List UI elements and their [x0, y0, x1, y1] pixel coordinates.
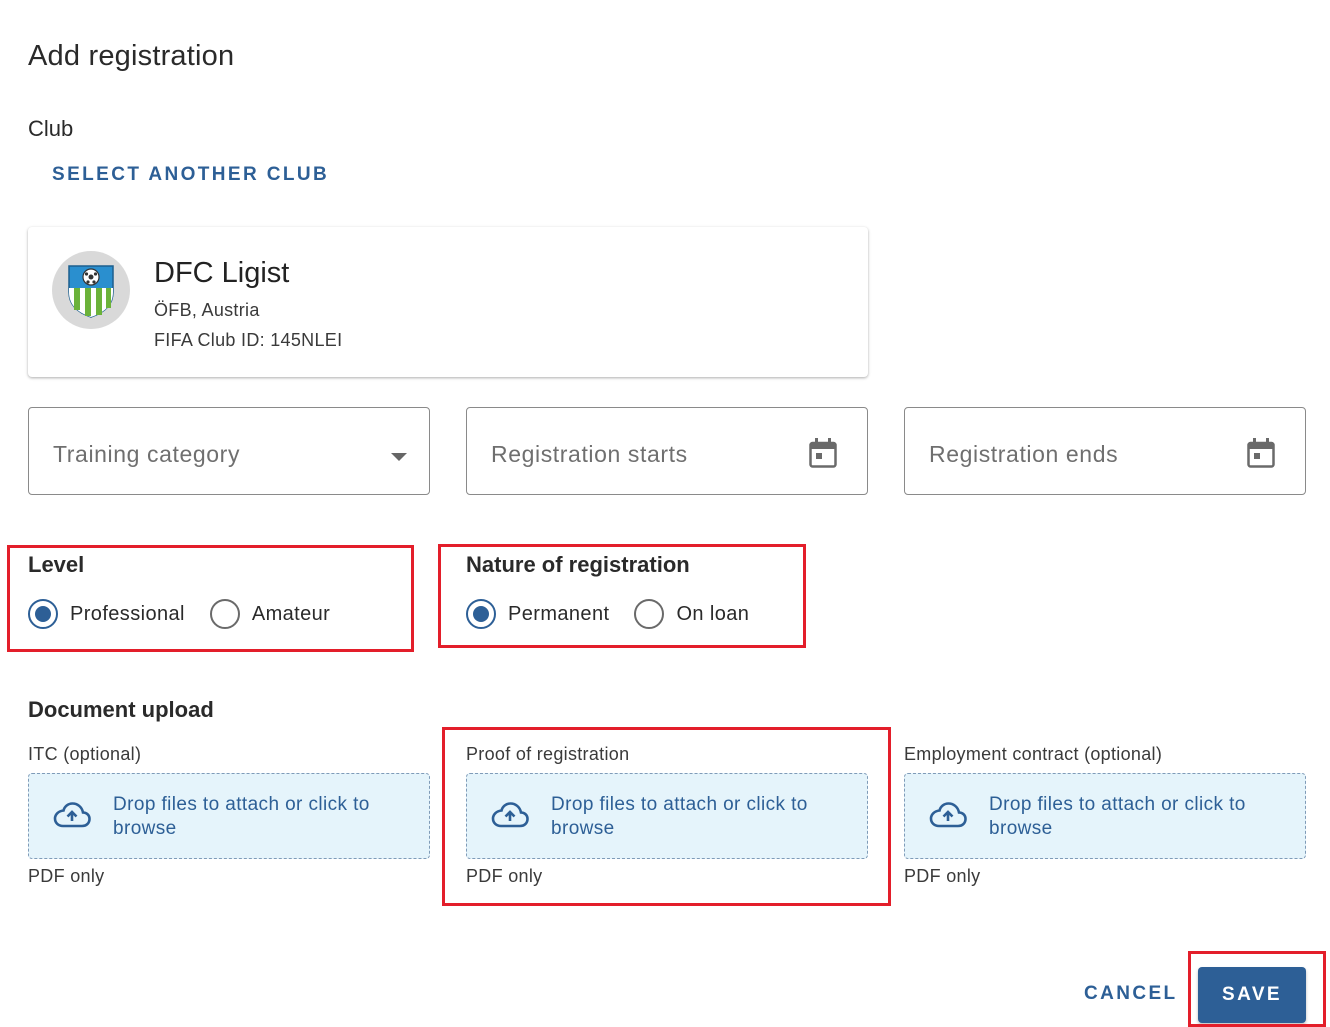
- cloud-upload-icon: [929, 801, 967, 834]
- employment-dropzone[interactable]: Drop files to attach or click to browse: [904, 773, 1306, 859]
- select-another-club-button[interactable]: SELECT ANOTHER CLUB: [52, 164, 329, 186]
- training-category-placeholder: Training category: [53, 441, 241, 467]
- club-association: ÖFB, Austria: [154, 300, 260, 320]
- cancel-button[interactable]: CANCEL: [1084, 983, 1178, 1005]
- training-category-select[interactable]: Training category: [28, 407, 430, 495]
- calendar-icon[interactable]: [1247, 438, 1275, 473]
- document-upload-label: Document upload: [28, 697, 214, 722]
- registration-ends-field[interactable]: Registration ends: [904, 407, 1306, 495]
- registration-ends-placeholder: Registration ends: [929, 441, 1119, 467]
- club-fifa-id: FIFA Club ID: 145NLEI: [154, 330, 343, 350]
- highlight-box-level: [7, 545, 414, 652]
- calendar-icon[interactable]: [809, 438, 837, 473]
- club-card: DFC Ligist ÖFB, Austria FIFA Club ID: 14…: [28, 227, 868, 377]
- highlight-box-save: [1188, 951, 1326, 1027]
- club-name: DFC Ligist: [154, 257, 290, 289]
- employment-pdf-hint: PDF only: [904, 866, 981, 886]
- highlight-box-nature: [438, 544, 806, 648]
- itc-upload-title: ITC (optional): [28, 744, 142, 764]
- dialog-title: Add registration: [28, 40, 235, 72]
- employment-upload-title: Employment contract (optional): [904, 744, 1163, 764]
- registration-starts-field[interactable]: Registration starts: [466, 407, 868, 495]
- club-crest-icon: [52, 251, 130, 329]
- itc-dropzone-text: Drop files to attach or click to browse: [113, 794, 370, 839]
- highlight-box-proof-upload: [442, 727, 891, 906]
- itc-pdf-hint: PDF only: [28, 866, 105, 886]
- dropdown-arrow-icon: [391, 448, 407, 466]
- employment-dropzone-text: Drop files to attach or click to browse: [989, 794, 1246, 839]
- itc-dropzone[interactable]: Drop files to attach or click to browse: [28, 773, 430, 859]
- registration-starts-placeholder: Registration starts: [491, 441, 688, 467]
- club-section-label: Club: [28, 116, 74, 141]
- cloud-upload-icon: [53, 801, 91, 834]
